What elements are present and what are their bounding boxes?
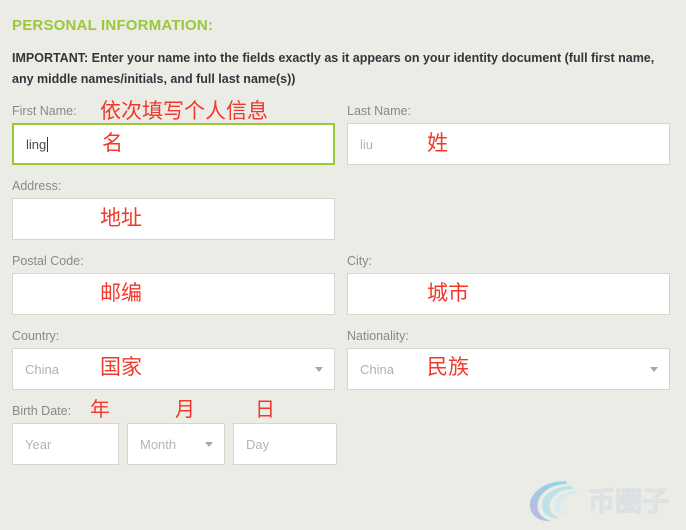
last-name-label: Last Name: xyxy=(347,104,411,118)
birth-day-input[interactable]: Day xyxy=(233,423,337,465)
country-label: Country: xyxy=(12,329,60,343)
nationality-label: Nationality: xyxy=(347,329,409,343)
postal-city-row: Postal Code: 邮编 City: 城市 xyxy=(12,253,670,315)
personal-information-form: PERSONAL INFORMATION: IMPORTANT: Enter y… xyxy=(0,0,686,529)
birth-date-label-row: Birth Date: 年 月 日 xyxy=(12,399,674,419)
postal-code-input[interactable] xyxy=(12,273,335,315)
last-name-placeholder: liu xyxy=(360,136,374,152)
city-label: City: xyxy=(347,254,372,268)
address-group: Address: 地址 xyxy=(12,178,335,240)
country-select[interactable]: China xyxy=(12,348,335,390)
country-nationality-row: Country: China 国家 Nationality: China 民族 xyxy=(12,328,670,390)
postal-code-group: Postal Code: 邮编 xyxy=(12,253,335,315)
birth-year-placeholder: Year xyxy=(25,436,52,452)
first-name-input[interactable]: ling xyxy=(12,123,335,165)
annotation-day: 日 xyxy=(255,397,275,421)
birth-month-placeholder: Month xyxy=(140,436,177,452)
chevron-down-icon[interactable] xyxy=(205,442,213,447)
address-input[interactable] xyxy=(12,198,335,240)
chevron-down-icon[interactable] xyxy=(650,367,658,372)
name-row: First Name: ling 依次填写个人信息 名 Last Name: l… xyxy=(12,101,670,165)
first-name-group: First Name: ling 依次填写个人信息 名 xyxy=(12,101,335,165)
last-name-group: Last Name: liu 姓 xyxy=(347,103,670,165)
first-name-label: First Name: xyxy=(12,104,77,118)
important-note: IMPORTANT: Enter your name into the fiel… xyxy=(12,51,655,86)
birth-date-label: Birth Date: xyxy=(12,404,72,418)
swirl-logo-icon: 币圈子 xyxy=(530,481,670,522)
nationality-group: Nationality: China 民族 xyxy=(347,328,670,390)
annotation-month: 月 xyxy=(175,397,195,421)
page-title: PERSONAL INFORMATION: xyxy=(12,17,214,34)
city-group: City: 城市 xyxy=(347,253,670,315)
address-row: Address: 地址 xyxy=(12,178,670,240)
chevron-down-icon[interactable] xyxy=(315,367,323,372)
address-label: Address: xyxy=(12,179,62,193)
watermark-text: 币圈子 xyxy=(588,487,669,518)
birth-year-input[interactable]: Year xyxy=(12,423,119,465)
watermark: 币圈子 xyxy=(520,473,678,525)
birth-month-select[interactable]: Month xyxy=(127,423,225,465)
country-group: Country: China 国家 xyxy=(12,328,335,390)
city-input[interactable] xyxy=(347,273,670,315)
country-selected-value: China xyxy=(25,361,59,377)
nationality-select[interactable]: China xyxy=(347,348,670,390)
text-cursor xyxy=(47,136,49,152)
annotation-year: 年 xyxy=(90,397,110,421)
birth-date-row: Year Month Day xyxy=(12,423,674,465)
first-name-value: ling xyxy=(26,136,47,152)
last-name-input[interactable]: liu xyxy=(347,123,670,165)
nationality-selected-value: China xyxy=(360,361,394,377)
postal-code-label: Postal Code: xyxy=(12,254,84,268)
birth-day-placeholder: Day xyxy=(246,436,270,452)
